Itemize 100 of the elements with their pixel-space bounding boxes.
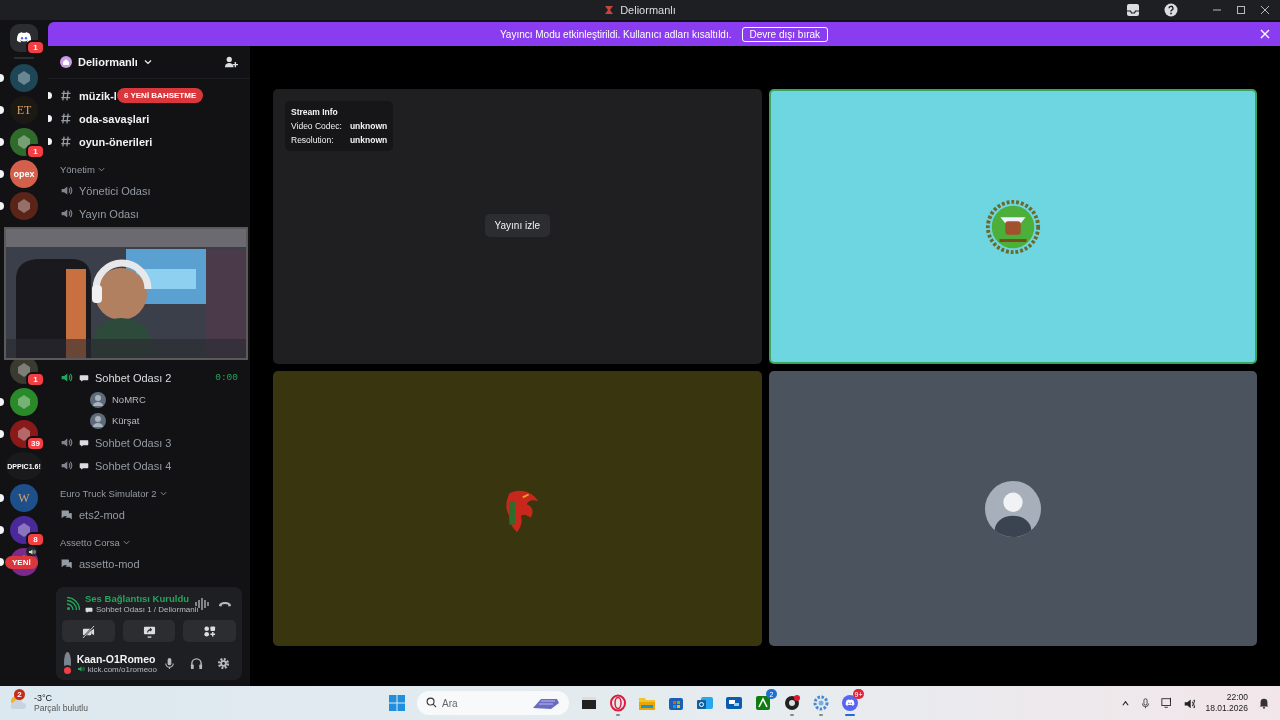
mention-pill[interactable]: 6 YENİ BAHSETME	[116, 88, 204, 103]
channel-name: assetto-mod	[79, 557, 140, 570]
search-icon	[426, 697, 437, 708]
channel-item[interactable]: Sohbet Odası 2 0:00	[56, 366, 242, 389]
channel-item[interactable]: oyun-önerileri	[56, 130, 242, 153]
opera-icon[interactable]	[609, 694, 627, 712]
server-icon	[60, 56, 72, 68]
voice-channel-label: Sohbet Odası 1 / Deliormanlı	[96, 605, 199, 614]
avatar-icon	[90, 391, 106, 408]
window-title: Deliormanlı	[620, 4, 676, 16]
close-icon[interactable]	[1260, 5, 1270, 15]
unread-indicator	[48, 115, 52, 122]
microphone-icon[interactable]	[1140, 697, 1152, 709]
category-label: Assetto Corsa	[60, 536, 120, 548]
add-member-icon[interactable]	[224, 55, 238, 69]
notification-badge: 1	[26, 144, 45, 159]
notification-badge: 39	[26, 436, 45, 451]
channel-item[interactable]: müzik-l 6 YENİ BAHSETME	[56, 84, 242, 107]
emblem-icon	[16, 198, 32, 214]
channel-item[interactable]: oda-savaşlari	[56, 107, 242, 130]
voice-member[interactable]: Kürşat	[90, 410, 250, 431]
voice-member[interactable]: NoMRC	[90, 389, 250, 410]
hash-icon	[60, 135, 73, 148]
terminal-icon[interactable]	[580, 694, 598, 712]
channel-name: Sohbet Odası 2	[95, 371, 172, 384]
speaker-icon	[76, 665, 85, 673]
search-field[interactable]: Ara	[417, 691, 569, 715]
status-indicator	[61, 665, 73, 676]
unread-indicator	[48, 138, 52, 145]
chevron-up-icon[interactable]	[1121, 698, 1131, 708]
channel-name: Yayın Odası	[79, 207, 139, 220]
notification-badge: 2	[14, 689, 25, 700]
member-name: Kürşat	[112, 415, 140, 426]
emblem-icon	[16, 362, 32, 378]
weather-description: Parçalı bulutlu	[34, 703, 88, 714]
chat-bubble-icon	[85, 605, 93, 614]
settings-icon[interactable]	[217, 656, 230, 670]
voice-status: Ses Bağlantısı Kuruldu	[85, 593, 190, 604]
disable-button[interactable]: Devre dışı bırak	[741, 26, 829, 42]
headphones-icon[interactable]	[190, 656, 203, 670]
channel-item[interactable]: Yayın Odası	[56, 202, 242, 225]
chevron-down-icon	[97, 165, 105, 173]
info-value: unknown	[349, 121, 388, 131]
emblem-icon	[16, 70, 32, 86]
remote-desktop-icon[interactable]	[725, 694, 743, 712]
info-label: Resolution:	[291, 135, 335, 145]
channel-name: Sohbet Odası 3	[95, 436, 172, 449]
clock-time: 22:00	[1226, 691, 1248, 703]
server-name[interactable]: Deliormanlı	[78, 56, 138, 68]
emblem-avatar-icon	[983, 197, 1042, 256]
channel-item[interactable]: Sohbet Odası 3	[56, 431, 242, 454]
custom-status: kick.com/o1romeoo	[87, 664, 157, 674]
maximize-icon[interactable]	[1236, 5, 1246, 15]
channel-name: oda-savaşlari	[79, 112, 150, 125]
hash-icon	[60, 89, 73, 102]
new-messages-toast[interactable]: YENİ	[5, 556, 38, 569]
category-label: Euro Truck Simulator 2	[60, 487, 157, 499]
volume-icon[interactable]	[1183, 697, 1196, 709]
speaker-icon	[60, 207, 73, 220]
record-icon[interactable]	[783, 694, 801, 712]
screen-share-icon	[142, 624, 156, 638]
call-timer: 0:00	[215, 372, 238, 383]
gear-icon[interactable]	[812, 694, 830, 712]
channel-item[interactable]: assetto-mod	[56, 552, 242, 575]
channel-name: Sohbet Odası 4	[95, 459, 172, 472]
camera-off-icon	[81, 624, 95, 638]
activities-button[interactable]	[183, 620, 236, 642]
chevron-down-icon	[122, 538, 130, 546]
help-icon[interactable]	[1164, 3, 1178, 17]
channel-item[interactable]: Yönetici Odası	[56, 179, 242, 202]
camera-off-button[interactable]	[62, 620, 115, 642]
server-button[interactable]: W	[10, 484, 38, 512]
channel-name: Yönetici Odası	[79, 184, 151, 197]
server-icon[interactable]	[10, 388, 38, 416]
unread-indicator	[48, 92, 52, 99]
mail-icon[interactable]	[696, 694, 714, 712]
speaker-icon	[60, 436, 73, 449]
avatar-icon	[90, 412, 106, 429]
channel-name: ets2-mod	[79, 508, 125, 521]
info-value: unknown	[349, 135, 388, 145]
notification-icon[interactable]	[1258, 697, 1270, 709]
microphone-icon[interactable]	[163, 656, 176, 670]
channel-item[interactable]: Sohbet Odası 4	[56, 454, 242, 477]
start-icon[interactable]	[388, 694, 406, 712]
screen-share-button[interactable]	[122, 620, 176, 642]
category-label: Yönetim	[60, 163, 95, 175]
game-controller-icon[interactable]	[754, 694, 772, 712]
server-button[interactable]: opex	[10, 160, 38, 188]
speaker-icon	[60, 371, 73, 384]
emblem-icon	[16, 426, 32, 442]
speaker-icon	[60, 184, 73, 197]
inbox-icon[interactable]	[1126, 3, 1140, 17]
person-avatar-icon	[983, 479, 1042, 538]
channel-item[interactable]: ets2-mod	[56, 503, 242, 526]
emblem-icon	[16, 134, 32, 150]
forum-icon	[60, 557, 73, 570]
watch-stream-button[interactable]: Yayını izle	[484, 214, 550, 237]
server-button[interactable]: ET	[10, 96, 38, 124]
search-highlight-icon	[531, 696, 561, 710]
network-icon[interactable]	[1161, 697, 1174, 709]
